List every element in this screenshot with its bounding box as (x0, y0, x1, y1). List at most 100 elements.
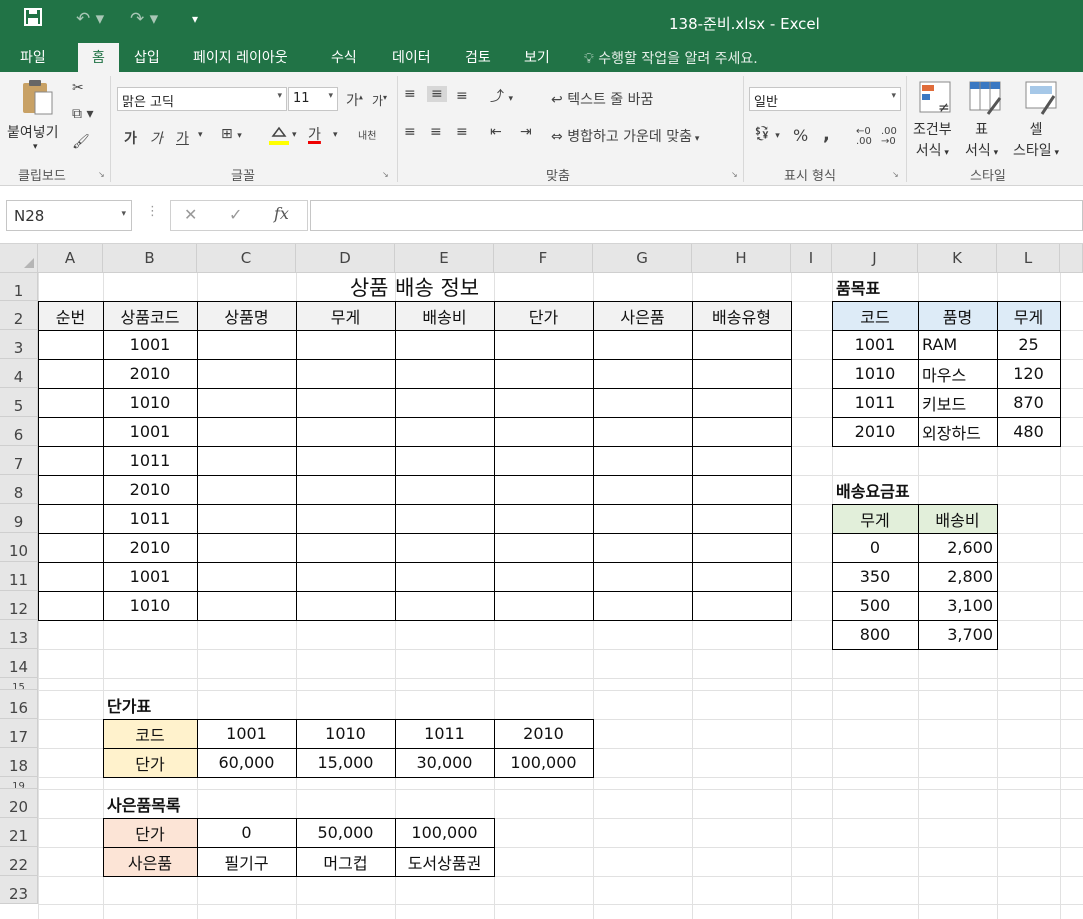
chevron-down-icon[interactable]: ▾ (333, 130, 338, 140)
chevron-down-icon[interactable]: ▾ (198, 130, 203, 140)
align-top-icon[interactable]: ≡ (404, 86, 416, 102)
font-size-select[interactable]: 11 ▾ (288, 87, 338, 111)
customize-quick-access-icon[interactable]: ▾ (192, 12, 198, 26)
fill-color-icon[interactable] (268, 124, 290, 150)
paste-dropdown-icon[interactable]: ▾ (33, 142, 38, 152)
row-header[interactable]: 16 (0, 690, 38, 719)
paste-icon[interactable] (20, 78, 54, 120)
row-header[interactable]: 13 (0, 620, 38, 649)
conditional-formatting-button[interactable]: 조건부 서식 ▾ (913, 120, 952, 164)
row-header[interactable]: 23 (0, 876, 38, 904)
row-header[interactable]: 3 (0, 330, 38, 359)
row-header[interactable]: 4 (0, 359, 38, 388)
tab-file[interactable]: 파일 (20, 47, 46, 67)
percent-button[interactable]: % (793, 126, 808, 145)
enter-icon[interactable]: ✓ (229, 205, 242, 224)
column-header[interactable]: B (103, 244, 197, 273)
font-name-select[interactable]: 맑은 고딕 ▾ (117, 87, 287, 111)
paste-button[interactable]: 붙여넣기 (7, 122, 59, 142)
column-header[interactable]: F (494, 244, 593, 273)
row-header[interactable]: 18 (0, 748, 38, 777)
row-header[interactable]: 1 (0, 273, 38, 301)
column-header[interactable]: D (296, 244, 395, 273)
row-header[interactable]: 15 (0, 678, 38, 690)
column-header[interactable]: E (395, 244, 494, 273)
column-header[interactable]: C (197, 244, 296, 273)
format-painter-icon[interactable]: 🖌︎ (72, 134, 90, 150)
dialog-launcher-icon[interactable]: ↘ (892, 170, 899, 179)
row-header[interactable]: 5 (0, 388, 38, 417)
align-center-icon[interactable]: ≡ (430, 124, 442, 140)
column-header[interactable]: K (918, 244, 997, 273)
row-header[interactable]: 6 (0, 417, 38, 446)
tab-review[interactable]: 검토 (465, 47, 491, 67)
format-as-table-icon[interactable] (968, 80, 1004, 120)
align-bottom-icon[interactable]: ≡ (456, 88, 468, 104)
merge-center-button[interactable]: ⇔ 병합하고 가운데 맞춤 ▾ (551, 126, 699, 146)
increase-indent-icon[interactable]: ⇥ (520, 124, 532, 140)
save-icon[interactable] (24, 8, 42, 31)
worksheet-grid[interactable]: A B C D E F G H I J K L 1 2 3 4 5 6 7 8 9 10 11 12 13 14 15 16 17 18 1… (0, 244, 1083, 919)
insert-function-icon[interactable]: fx (274, 204, 289, 223)
row-header[interactable]: 7 (0, 446, 38, 475)
formula-input[interactable] (310, 200, 1083, 231)
italic-button[interactable]: 가 (150, 128, 163, 148)
cell-styles-button[interactable]: 셀 스타일 ▾ (1013, 120, 1059, 164)
underline-button[interactable]: 가 (176, 128, 189, 148)
dialog-launcher-icon[interactable]: ↘ (382, 170, 389, 179)
column-header[interactable]: L (997, 244, 1060, 273)
decrease-decimal-icon[interactable]: .00 →0 (881, 127, 897, 147)
copy-icon[interactable]: ⧉ ▾ (72, 106, 93, 122)
cancel-icon[interactable]: ✕ (184, 205, 197, 224)
align-right-icon[interactable]: ≡ (456, 124, 468, 140)
tab-home[interactable]: 홈 (78, 43, 119, 72)
grow-font-button[interactable]: 가▴ (346, 90, 363, 110)
tab-insert[interactable]: 삽입 (134, 47, 160, 67)
dialog-launcher-icon[interactable]: ↘ (98, 170, 105, 179)
row-header[interactable]: 21 (0, 818, 38, 847)
tab-view[interactable]: 보기 (524, 47, 550, 67)
decrease-indent-icon[interactable]: ⇤ (490, 124, 502, 140)
column-header[interactable]: H (692, 244, 791, 273)
number-format-select[interactable]: 일반 ▾ (749, 87, 901, 111)
font-color-button[interactable]: 가 (308, 124, 321, 144)
row-header[interactable]: 8 (0, 475, 38, 504)
row-header[interactable]: 10 (0, 533, 38, 562)
column-header[interactable]: G (593, 244, 692, 273)
row-header[interactable]: 17 (0, 719, 38, 748)
accounting-format-icon[interactable]: 💱︎ ▾ (753, 126, 780, 142)
redo-icon[interactable]: ↷ ▾ (130, 9, 158, 29)
align-left-icon[interactable]: ≡ (404, 124, 416, 140)
column-header[interactable]: J (832, 244, 918, 273)
shrink-font-button[interactable]: 가▾ (372, 92, 387, 109)
bold-button[interactable]: 가 (124, 128, 137, 148)
increase-decimal-icon[interactable]: ←0.00 (856, 127, 872, 147)
borders-icon[interactable]: ⊞ ▾ (221, 126, 242, 142)
format-as-table-button[interactable]: 표 서식 ▾ (965, 120, 998, 164)
align-middle-icon[interactable]: ≡ (427, 86, 447, 102)
comma-button[interactable]: , (823, 124, 830, 145)
conditional-formatting-icon[interactable]: ≠ (918, 80, 954, 120)
row-header[interactable]: 9 (0, 504, 38, 533)
tab-page-layout[interactable]: 페이지 레이아웃 (193, 47, 288, 67)
tell-me-box[interactable]: 💡︎ 수행할 작업을 알려 주세요. (584, 48, 758, 68)
row-header[interactable]: 12 (0, 591, 38, 620)
cell-styles-icon[interactable] (1024, 80, 1060, 120)
name-box[interactable]: N28 ▾ (6, 200, 132, 231)
dialog-launcher-icon[interactable]: ↘ (731, 170, 738, 179)
cut-icon[interactable]: ✂ (72, 80, 84, 96)
row-header[interactable]: 2 (0, 301, 38, 330)
row-header[interactable]: 22 (0, 847, 38, 876)
row-header[interactable]: 20 (0, 789, 38, 818)
phonetic-guide-button[interactable]: 내천 (358, 127, 376, 142)
column-header[interactable]: A (38, 244, 103, 273)
row-header[interactable]: 19 (0, 777, 38, 789)
wrap-text-button[interactable]: ↩ 텍스트 줄 바꿈 (551, 89, 653, 109)
undo-icon[interactable]: ↶ ▾ (76, 9, 104, 29)
column-header[interactable]: I (791, 244, 832, 273)
row-header[interactable]: 14 (0, 649, 38, 678)
chevron-down-icon[interactable]: ▾ (292, 130, 297, 140)
row-header[interactable]: 11 (0, 562, 38, 591)
tab-data[interactable]: 데이터 (392, 47, 431, 67)
tab-formulas[interactable]: 수식 (331, 47, 357, 67)
